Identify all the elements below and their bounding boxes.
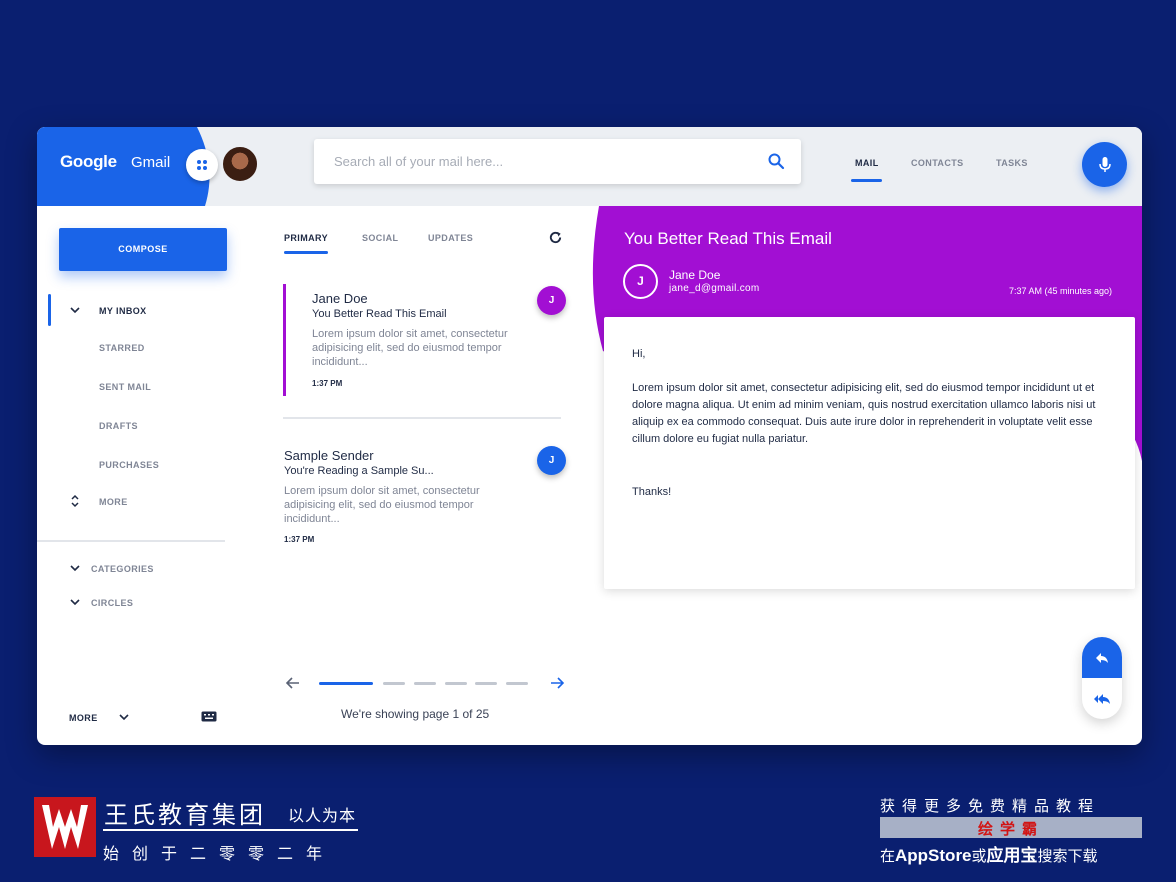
email-preview: Lorem ipsum dolor sit amet, consectetur … — [312, 328, 508, 368]
sender-badge: J — [537, 446, 566, 475]
sidebar-item-purchases[interactable]: PURCHASES — [99, 460, 159, 470]
reader-sender-email: jane_d@gmail.com — [669, 283, 760, 294]
chevron-down-icon[interactable] — [70, 563, 80, 573]
brand-tagline: 以人为本 — [288, 808, 357, 825]
sidebar-group-categories[interactable]: CATEGORIES — [91, 564, 154, 574]
email-time: 1:37 PM — [312, 379, 343, 388]
chevron-down-icon[interactable] — [70, 305, 80, 315]
promo-headline: 获得更多免费精品教程 — [880, 798, 1101, 815]
tab-primary[interactable]: PRIMARY — [284, 233, 328, 243]
nav-tasks[interactable]: TASKS — [996, 158, 1028, 168]
pager-segment[interactable] — [414, 682, 436, 685]
promo-suffix: 搜索下载 — [1037, 848, 1098, 865]
email-sender: Sample Sender — [284, 448, 374, 463]
apps-button[interactable] — [186, 149, 218, 181]
promo-store: 应用宝 — [986, 846, 1038, 865]
reader-sender-avatar: J — [623, 264, 658, 299]
brand-logo-mark — [42, 805, 88, 849]
selected-email-indicator — [283, 284, 286, 396]
reader-body-card: Hi, Lorem ipsum dolor sit amet, consecte… — [604, 317, 1135, 589]
compose-button[interactable]: COMPOSE — [59, 228, 227, 271]
reader-greeting: Hi, — [632, 348, 646, 360]
brand-divider — [103, 829, 358, 831]
chevron-down-icon[interactable] — [70, 597, 80, 607]
arrow-left-icon[interactable] — [285, 675, 301, 691]
brand-founded: 始创于二零零二年 — [103, 846, 336, 863]
promo-highlight-bar: 绘学霸 — [880, 817, 1142, 838]
nav-contacts[interactable]: CONTACTS — [911, 158, 964, 168]
promo-download-line: 在AppStore或应用宝搜索下载 — [880, 841, 1098, 866]
brand-logo — [34, 797, 96, 857]
pager-segment[interactable] — [506, 682, 528, 685]
sender-badge: J — [537, 286, 566, 315]
email-divider — [283, 417, 561, 419]
brand-name: 王氏教育集团 — [104, 802, 266, 829]
promo-or: 或 — [971, 848, 987, 865]
pager-segment[interactable] — [383, 682, 405, 685]
sidebar-item-sent-mail[interactable]: SENT MAIL — [99, 382, 151, 392]
nav-active-indicator — [851, 179, 882, 182]
refresh-icon[interactable] — [548, 230, 563, 245]
sidebar-divider — [37, 540, 225, 542]
tab-social[interactable]: SOCIAL — [362, 233, 398, 243]
sidebar-item-drafts[interactable]: DRAFTS — [99, 421, 138, 431]
pager-segment-active[interactable] — [319, 682, 373, 685]
promo-prefix: 在 — [880, 848, 896, 865]
sidebar-group-circles[interactable]: CIRCLES — [91, 598, 133, 608]
arrow-right-icon[interactable] — [549, 675, 565, 691]
pager-segment[interactable] — [475, 682, 497, 685]
gmail-logo-text: Gmail — [131, 154, 171, 171]
sidebar-item-more[interactable]: MORE — [99, 497, 128, 507]
sidebar-active-indicator — [48, 294, 51, 326]
reply-all-button[interactable] — [1082, 678, 1122, 719]
microphone-icon — [1098, 156, 1111, 172]
chevron-down-icon[interactable] — [119, 712, 129, 722]
nav-mail[interactable]: MAIL — [855, 158, 879, 168]
reply-actions — [1082, 637, 1122, 719]
sidebar-item-my-inbox[interactable]: MY INBOX — [99, 306, 147, 316]
gmail-window: Google Gmail Search all of your mail her… — [37, 127, 1142, 745]
email-sender: Jane Doe — [312, 291, 368, 306]
email-subject: You're Reading a Sample Su... — [284, 465, 434, 477]
reply-button[interactable] — [1082, 637, 1122, 678]
reader-timestamp: 7:37 AM (45 minutes ago) — [1009, 286, 1113, 296]
expand-collapse-icon[interactable] — [70, 494, 80, 508]
google-logo-text: Google — [60, 152, 117, 171]
reply-icon — [1096, 652, 1108, 663]
promo-highlight: 绘学霸 — [977, 821, 1044, 838]
tab-active-indicator — [284, 251, 328, 254]
search-icon[interactable] — [767, 152, 785, 170]
pager-status: We're showing page 1 of 25 — [341, 707, 490, 721]
email-subject: You Better Read This Email — [312, 308, 447, 320]
email-preview: Lorem ipsum dolor sit amet, consectetur … — [284, 485, 480, 525]
promo-appstore: AppStore — [895, 846, 972, 865]
reader-sender-name: Jane Doe — [669, 268, 721, 282]
top-bar: Google Gmail Search all of your mail her… — [37, 127, 1142, 206]
keyboard-icon[interactable] — [201, 711, 217, 722]
tab-updates[interactable]: UPDATES — [428, 233, 473, 243]
reply-all-icon — [1094, 693, 1110, 704]
footer-more-label[interactable]: MORE — [69, 713, 98, 723]
email-time: 1:37 PM — [284, 535, 315, 544]
apps-grid-icon — [197, 160, 207, 170]
sidebar-item-starred[interactable]: STARRED — [99, 343, 145, 353]
user-avatar[interactable] — [223, 147, 257, 181]
reader-subject: You Better Read This Email — [624, 229, 832, 248]
reader-signoff: Thanks! — [632, 486, 672, 498]
pager-segment[interactable] — [445, 682, 467, 685]
voice-search-button[interactable] — [1082, 142, 1127, 187]
search-box[interactable]: Search all of your mail here... — [314, 139, 801, 184]
reader-body: Lorem ipsum dolor sit amet, consectetur … — [632, 382, 1096, 445]
search-input[interactable]: Search all of your mail here... — [334, 154, 503, 169]
